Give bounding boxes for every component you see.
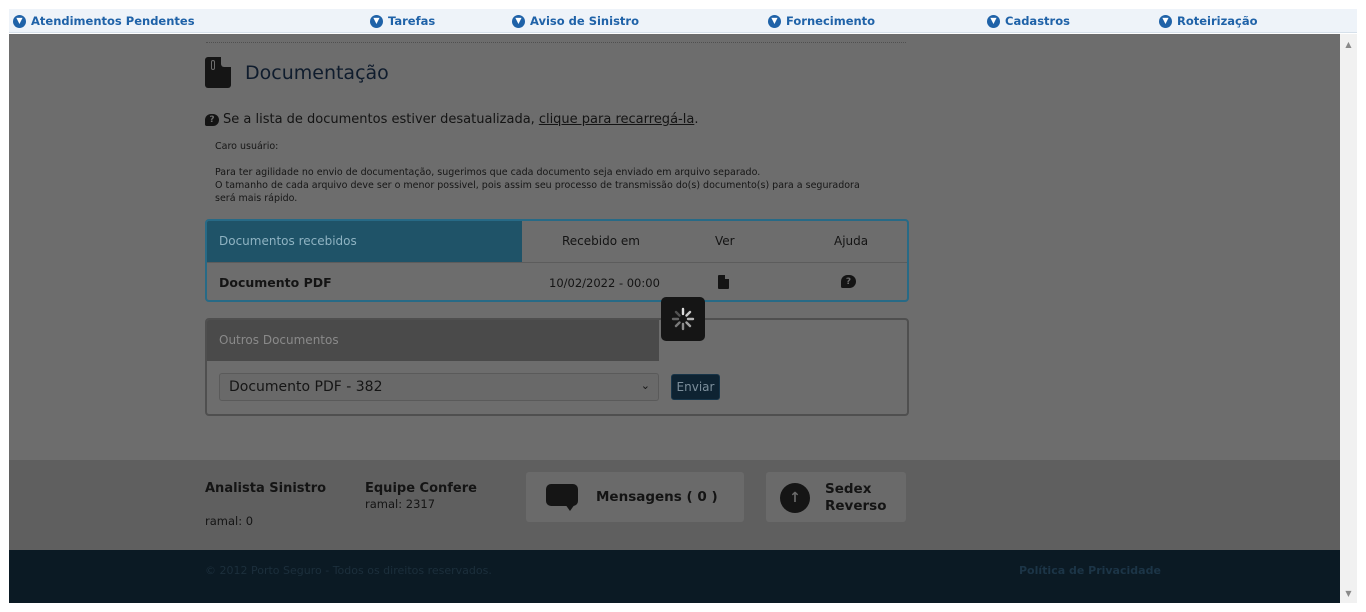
send-button[interactable]: Enviar [671,374,720,400]
document-type-select[interactable]: Documento PDF - 382 ⌄ [219,373,659,401]
copyright: © 2012 Porto Seguro - Todos os direitos … [205,564,492,577]
col-help: Ajuda [834,234,869,248]
note-line: Para ter agilidade no envio de documenta… [215,167,761,178]
other-documents-panel: Outros Documentos Documento PDF - 382 ⌄ … [205,318,909,416]
nav-item-fornecimento[interactable]: ▼ Fornecimento [768,13,875,29]
col-view: Ver [715,234,735,248]
loading-spinner-icon [661,297,705,341]
nav-item-roteirizacao[interactable]: ▼ Roteirização [1159,13,1258,29]
document-date: 10/02/2022 - 00:00 [549,276,660,290]
document-icon [205,57,231,88]
nav-item-cadastros[interactable]: ▼ Cadastros [987,13,1070,29]
nav-item-atendimentos-pendentes[interactable]: ▼ Atendimentos Pendentes [13,13,195,29]
chevron-down-circle-icon: ▼ [512,14,525,28]
messages-button[interactable]: Mensagens ( 0 ) [526,472,744,522]
footer: © 2012 Porto Seguro - Todos os direitos … [9,550,1340,603]
received-documents-table: Documentos recebidos Recebido em Ver Aju… [205,219,909,302]
table-header: Documentos recebidos Recebido em Ver Aju… [207,221,907,262]
vertical-scrollbar[interactable]: ▲ ▼ [1340,34,1357,603]
nav-item-label: Fornecimento [786,14,876,28]
team-ext: ramal: 2317 [365,497,436,511]
analyst-name: Analista Sinistro [205,481,327,496]
top-nav: ▼ Atendimentos Pendentes ▼ Tarefas ▼ Avi… [9,9,1357,33]
scroll-down-arrow-icon[interactable]: ▼ [1340,586,1357,600]
reload-notice: ? Se a lista de documentos estiver desat… [205,112,698,127]
divider [206,42,906,43]
chevron-down-icon: ⌄ [640,379,650,392]
chevron-down-circle-icon: ▼ [370,14,383,28]
team-name: Equipe Confere [365,481,477,496]
chevron-down-circle-icon: ▼ [987,14,1000,28]
nav-item-aviso-de-sinistro[interactable]: ▼ Aviso de Sinistro [512,13,639,29]
messages-label: Mensagens ( 0 ) [596,489,718,505]
nav-item-tarefas[interactable]: ▼ Tarefas [370,13,435,29]
help-bubble-icon[interactable]: ? [841,275,856,288]
col-received-at: Recebido em [562,234,640,248]
scroll-up-arrow-icon[interactable]: ▲ [1340,37,1357,51]
note-line: será mais rápido. [215,193,298,204]
nav-item-label: Atendimentos Pendentes [31,14,195,28]
reload-prefix: Se a lista de documentos estiver desatua… [223,112,535,127]
nav-item-label: Roteirização [1177,14,1258,28]
document-name: Documento PDF [219,275,332,290]
select-value: Documento PDF - 382 [229,379,383,395]
chat-icon [546,484,578,511]
chevron-down-circle-icon: ▼ [1159,14,1172,28]
note-greeting: Caro usuário: [215,141,279,152]
globe-arrow-icon: ↑ [780,483,810,513]
documentation-section: Documentação ? Se a lista de documentos … [9,34,1340,460]
nav-item-label: Cadastros [1005,14,1070,28]
chevron-down-circle-icon: ▼ [13,14,26,28]
sedex-label-line1: Sedex [825,481,872,497]
nav-item-label: Tarefas [388,14,436,28]
privacy-link[interactable]: Política de Privacidade [1019,564,1161,577]
question-bubble-icon: ? [205,113,219,126]
note-line: O tamanho de cada arquivo deve ser o men… [215,180,860,191]
sedex-reverso-button[interactable]: ↑ Sedex Reverso [766,472,906,522]
page-title: Documentação [245,62,389,84]
download-file-icon[interactable] [718,275,729,289]
chevron-down-circle-icon: ▼ [768,14,781,28]
main-page: Documentação ? Se a lista de documentos … [9,34,1340,603]
reload-link[interactable]: clique para recarregá-la [539,112,695,127]
contacts-band: Analista Sinistro ramal: 0 Equipe Confer… [9,460,1340,550]
other-header: Outros Documentos [207,320,659,361]
nav-item-label: Aviso de Sinistro [530,14,639,28]
table-row: Documento PDF 10/02/2022 - 00:00 ? [207,262,907,300]
sedex-label-line2: Reverso [825,498,887,514]
received-header: Documentos recebidos [207,221,522,262]
analyst-ext: ramal: 0 [205,514,254,528]
reload-suffix: . [694,112,699,127]
